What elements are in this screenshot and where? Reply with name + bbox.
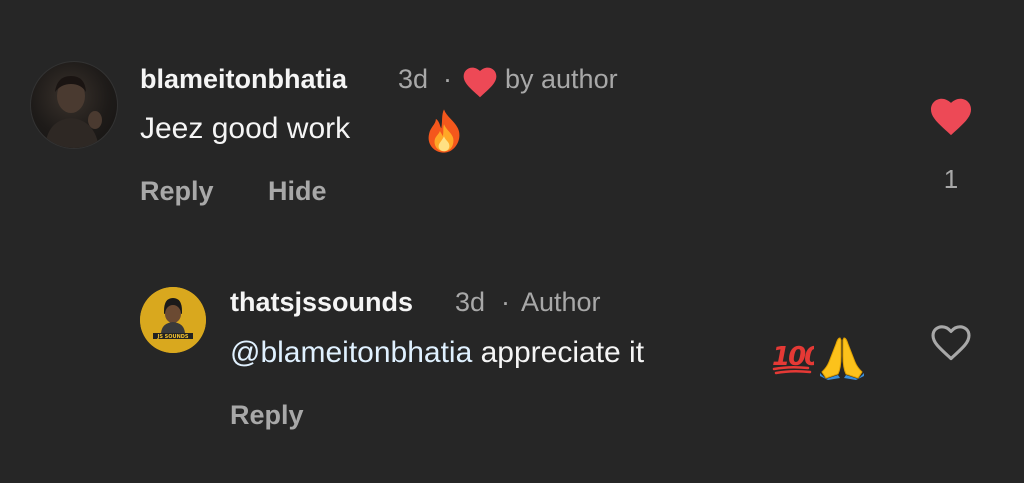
hundred-points-emoji-icon: 100 [772, 342, 814, 375]
reply-to-reply-button[interactable]: Reply [230, 400, 304, 431]
comment-text: Jeez good work [140, 112, 351, 145]
reply-username[interactable]: thatsjssounds [230, 287, 413, 318]
reply-mention-link[interactable]: @blameitonbhatia [230, 336, 472, 369]
commenter-username[interactable]: blameitonbhatia [140, 64, 347, 95]
person-photo-icon [45, 76, 102, 148]
reply-like-heart-outline-icon[interactable] [930, 324, 972, 362]
reply-button[interactable]: Reply [140, 176, 214, 207]
folded-hands-emoji-icon [820, 337, 864, 380]
avatar-brand-text: JS SOUNDS [156, 334, 188, 340]
comment-time: 3d [398, 64, 429, 94]
hide-button[interactable]: Hide [268, 176, 327, 207]
reply-body-text: appreciate it [472, 336, 645, 369]
commenter-avatar[interactable] [30, 61, 118, 149]
reply-text: @blameitonbhatia appreciate it [230, 336, 644, 370]
js-sounds-logo-icon: JS SOUNDS [140, 287, 206, 353]
liked-by-author-heart-icon [463, 67, 497, 98]
author-label: Author [521, 287, 601, 317]
comment-like-heart-icon[interactable] [930, 98, 972, 136]
meta-separator: · [443, 64, 452, 94]
reply-time: 3d [455, 287, 486, 317]
reply-meta-separator: · [501, 287, 510, 317]
fire-emoji-icon [428, 109, 460, 153]
comments-screen: blameitonbhatia 3d · by author Jeez good… [0, 0, 1024, 483]
liked-by-author-label: by author [505, 64, 618, 94]
author-avatar[interactable]: JS SOUNDS [140, 287, 206, 353]
like-count: 1 [943, 164, 959, 194]
